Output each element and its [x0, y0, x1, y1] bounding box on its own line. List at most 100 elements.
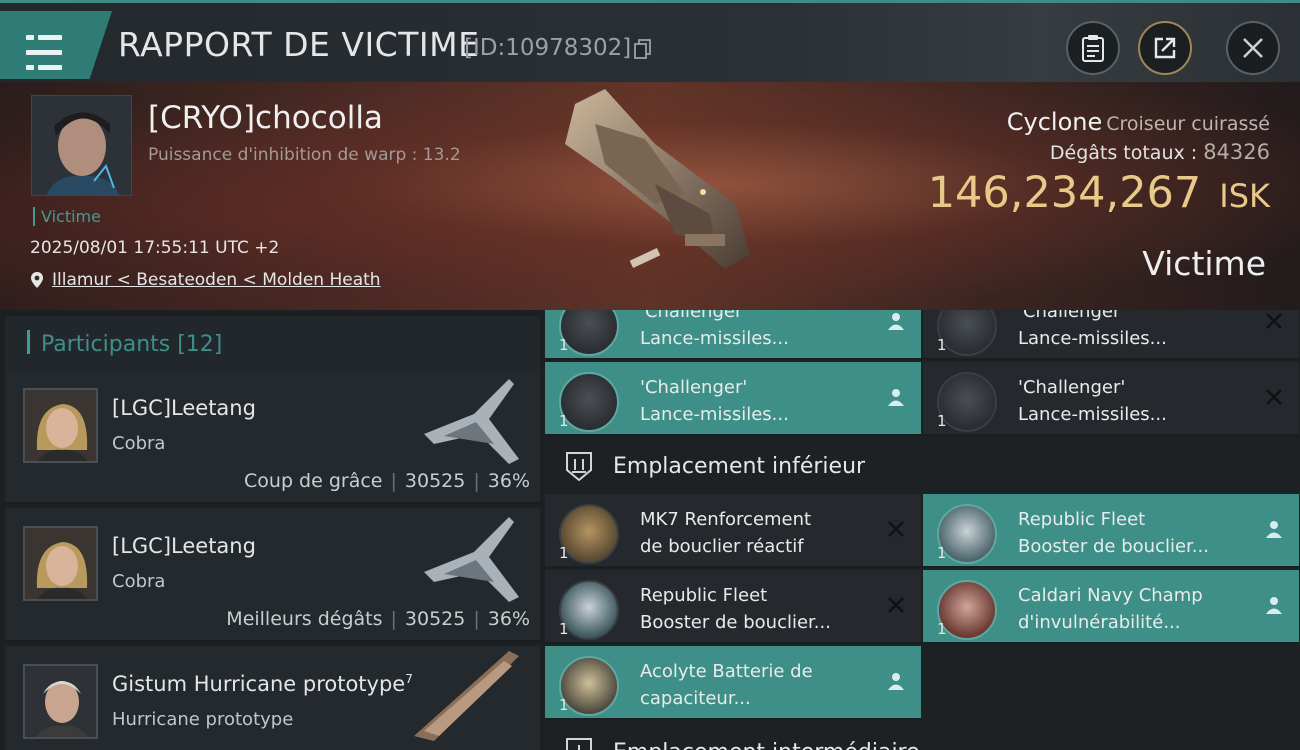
participant-percent: 36% — [487, 608, 530, 630]
share-button[interactable] — [1138, 21, 1192, 75]
module-name: 'Challenger' Lance-missiles... — [640, 377, 789, 425]
total-damage-value: 84326 — [1203, 140, 1270, 164]
participant-damage: 30525 — [404, 470, 466, 492]
participant-damage: 30525 — [404, 608, 466, 630]
module-qty: 1 — [937, 620, 947, 638]
module-qty: 1 — [937, 544, 947, 562]
ship-class: Croiseur cuirassé — [1106, 113, 1270, 135]
module-name: Republic Fleet Booster de bouclier... — [640, 585, 831, 633]
kill-report-screen: RAPPORT DE VICTIME [ID:10978302] [CRYO]c… — [0, 0, 1300, 750]
participant-ship: Hurricane prototype — [112, 709, 294, 730]
module-qty: 1 — [559, 696, 569, 714]
module-slot[interactable]: 1 'Challenger' Lance-missiles... — [923, 310, 1299, 360]
participant-ship-image — [424, 517, 519, 602]
low-slot-icon — [566, 452, 592, 482]
module-qty: 1 — [559, 620, 569, 638]
section-label: Emplacement inférieur — [613, 454, 866, 479]
module-qty: 1 — [559, 412, 569, 430]
victim-banner: [CRYO]chocolla Puissance d'inhibition de… — [0, 82, 1300, 310]
pilot-icon — [888, 389, 904, 406]
module-name: 'Challenger' Lance-missiles... — [1018, 377, 1167, 425]
destroyed-icon — [888, 597, 904, 613]
participant-percent: 36% — [487, 470, 530, 492]
avatar — [23, 388, 98, 463]
top-bar: RAPPORT DE VICTIME [ID:10978302] — [0, 0, 1300, 82]
pilot-icon — [888, 313, 904, 330]
participant-tag: Meilleurs dégâts — [226, 608, 383, 630]
copy-icon[interactable] — [634, 39, 652, 59]
avatar — [23, 526, 98, 601]
clipboard-icon — [1082, 35, 1104, 62]
module-slot[interactable]: 1 Republic Fleet Booster de bouclier... — [923, 494, 1299, 568]
module-name: Republic Fleet Booster de bouclier... — [1018, 509, 1209, 557]
participants-panel: Participants [12] [LGC]Leetang Cobra Cou… — [0, 310, 540, 750]
location-pin-icon — [31, 272, 43, 288]
destroyed-icon — [1266, 389, 1282, 405]
participant-card[interactable]: [LGC]Leetang Cobra Coup de grâce | 30525 | 3… — [5, 370, 540, 504]
participant-card[interactable]: [LGC]Leetang Cobra Meilleurs dégâts | 3052… — [5, 508, 540, 642]
module-slot[interactable]: 1 Republic Fleet Booster de bouclier... — [545, 570, 921, 644]
pilot-icon — [1266, 597, 1282, 614]
module-slot[interactable]: 1 'Challenger' Lance-missiles... — [923, 362, 1299, 436]
total-damage-label: Dégâts totaux : — [1049, 142, 1198, 164]
victim-ship-summary: Cyclone Croiseur cuirassé Dégâts totaux :… — [928, 108, 1270, 218]
module-qty: 1 — [559, 336, 569, 354]
module-slot[interactable]: 1 Caldari Navy Champ d'invulnérabilité... — [923, 570, 1299, 644]
module-name: 'Challenger' Lance-missiles... — [640, 310, 789, 349]
participants-label: Participants [12] — [41, 332, 223, 357]
module-name: 'Challenger' Lance-missiles... — [1018, 310, 1167, 349]
participants-header: Participants [12] — [5, 316, 540, 370]
victim-avatar — [32, 96, 131, 195]
destroyed-icon — [1266, 313, 1282, 329]
close-icon — [1243, 38, 1263, 58]
participant-name[interactable]: [LGC]Leetang — [112, 534, 256, 558]
victim-role-tag: Victime — [33, 207, 101, 226]
module-slot[interactable]: 1 Acolyte Batterie de capaciteur... — [545, 646, 921, 720]
participant-ship-image — [424, 379, 519, 464]
isk-value: 146,234,267 — [927, 168, 1202, 218]
participant-name[interactable]: Gistum Hurricane prototype7 — [112, 672, 413, 696]
destroyed-icon — [888, 521, 904, 537]
participant-ship: Cobra — [112, 433, 166, 454]
menu-button[interactable] — [0, 11, 112, 79]
clipboard-button[interactable] — [1066, 21, 1120, 75]
module-slot[interactable]: 1 MK7 Renforcement de bouclier réactif — [545, 494, 921, 568]
module-name: Caldari Navy Champ d'invulnérabilité... — [1018, 585, 1203, 633]
mid-slot-icon — [566, 738, 592, 750]
ship-name[interactable]: Cyclone — [1007, 108, 1102, 136]
pilot-icon — [888, 673, 904, 690]
participant-ship-image — [414, 651, 519, 741]
share-icon — [1154, 37, 1176, 59]
section-mid-slots: Emplacement intermédiaire — [545, 724, 1300, 750]
participant-tag: Coup de grâce — [244, 470, 383, 492]
close-button[interactable] — [1226, 21, 1280, 75]
kill-location[interactable]: Illamur < Besateoden < Molden Heath — [30, 270, 381, 290]
page-title: RAPPORT DE VICTIME — [118, 25, 480, 64]
participant-ship: Cobra — [112, 571, 166, 592]
module-qty: 1 — [937, 412, 947, 430]
menu-icon — [26, 31, 62, 79]
module-qty: 1 — [559, 544, 569, 562]
participant-name[interactable]: [LGC]Leetang — [112, 396, 256, 420]
participant-stats: Meilleurs dégâts | 30525 | 36% — [226, 608, 530, 630]
module-slot[interactable]: 1 'Challenger' Lance-missiles... — [545, 362, 921, 436]
location-link[interactable]: Illamur < Besateoden < Molden Heath — [52, 270, 381, 290]
kill-datetime: 2025/08/01 17:55:11 UTC +2 — [30, 238, 280, 258]
module-qty: 1 — [937, 336, 947, 354]
victim-name[interactable]: [CRYO]chocolla — [148, 100, 383, 136]
module-name: MK7 Renforcement de bouclier réactif — [640, 509, 812, 557]
kill-id: [ID:10978302] — [464, 35, 632, 61]
avatar — [23, 664, 98, 739]
participant-card[interactable]: Gistum Hurricane prototype7 Hurricane pr… — [5, 646, 540, 750]
victim-status: Victime — [1142, 244, 1266, 283]
module-name: Acolyte Batterie de capaciteur... — [640, 661, 813, 709]
victim-ship-image — [565, 89, 750, 269]
pilot-icon — [1266, 521, 1282, 538]
module-slot[interactable]: 1 'Challenger' Lance-missiles... — [545, 310, 921, 360]
victim-portrait[interactable] — [31, 95, 132, 196]
section-low-slots: Emplacement inférieur — [545, 438, 1300, 494]
participant-stats: Coup de grâce | 30525 | 36% — [244, 470, 530, 492]
section-label: Emplacement intermédiaire — [613, 740, 920, 750]
fittings-panel: 1 'Challenger' Lance-missiles... 1 'Chall… — [545, 310, 1300, 750]
isk-unit: ISK — [1219, 177, 1270, 215]
